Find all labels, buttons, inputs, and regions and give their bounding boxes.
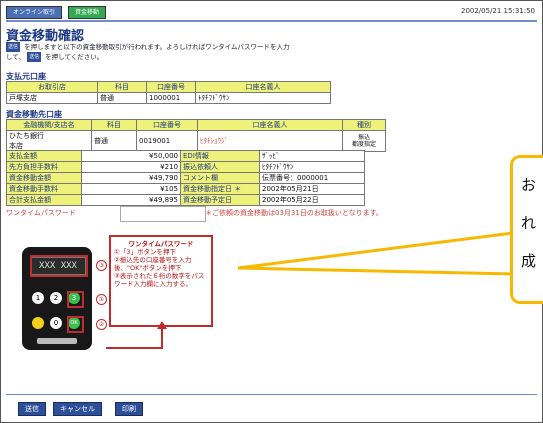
inline-submit-label: 送信 xyxy=(6,42,21,52)
transfer-note: ＊ご依頼の資金移動は03月31日のお取扱いとなります。 xyxy=(205,209,383,217)
otp-help-step: ②振込先の口座番号を入力後、"OK"ボタンを押下 xyxy=(114,256,192,272)
callout-char: れ xyxy=(521,214,537,232)
top-tabs: オンライン取引 資金移動 xyxy=(6,6,107,19)
cancel-button[interactable]: キャンセル xyxy=(53,402,102,416)
marker-2: ② xyxy=(96,319,107,330)
otp-help-step: ①「3」ボタンを押下 xyxy=(114,248,176,256)
tab-online[interactable]: オンライン取引 xyxy=(6,6,63,19)
print-button[interactable]: 印刷 xyxy=(115,402,143,416)
otp-help-step: ③表示された６桁の数字をパスワード入力欄に入力する。 xyxy=(114,272,205,288)
highlight-key-3 xyxy=(67,291,84,308)
token-key-2: 2 xyxy=(50,292,62,304)
payee-table: 金融機関/支店名 科目 口座番号 口座名義人 種別 ひたち銀行 本店 普通 00… xyxy=(6,119,386,152)
payer-table: お取引店 科目 口座番号 口座名義人 戸塚支店 普通 1000001 ﾄﾀﾁﾌﾄ… xyxy=(6,81,331,104)
callout-box: お れ 成 xyxy=(510,155,543,304)
submit-button[interactable]: 送信 xyxy=(18,402,46,416)
highlight-screen xyxy=(30,255,88,277)
divider xyxy=(6,394,537,395)
timestamp: 2002/05/21 15:31:50 xyxy=(460,7,535,15)
callout-char: 成 xyxy=(521,252,537,270)
marker-1: ① xyxy=(96,294,107,305)
otp-input[interactable] xyxy=(120,206,206,222)
token-key-1: 1 xyxy=(32,292,44,304)
divider xyxy=(6,20,537,22)
arrow-stem xyxy=(161,327,163,347)
otp-help-title: ワンタイムパスワード xyxy=(128,240,194,248)
token-brand xyxy=(37,338,77,344)
highlight-key-ok xyxy=(67,316,84,333)
inline-submit-label: 送信 xyxy=(27,52,42,62)
arrow-base xyxy=(106,347,163,349)
otp-label: ワンタイムパスワード xyxy=(6,209,76,217)
callout-char: お xyxy=(521,176,537,194)
marker-3: ③ xyxy=(96,260,107,271)
token-key-0: 0 xyxy=(50,317,62,329)
otp-help-box: ワンタイムパスワード ①「3」ボタンを押下 ②振込先の口座番号を入力後、"OK"… xyxy=(109,235,213,327)
instruction-text: 送信 を押しますと以下の資金移動取引が行われます。よろしければワンタイムパスワー… xyxy=(6,42,290,62)
amount-table: 支払金額 ¥50,000 EDI情報 ｻﾞｯﾋﾞ 先方負担手数料 ¥210 振込… xyxy=(6,150,365,206)
tab-transfer[interactable]: 資金移動 xyxy=(68,6,107,19)
token-key-yellow xyxy=(32,317,44,329)
